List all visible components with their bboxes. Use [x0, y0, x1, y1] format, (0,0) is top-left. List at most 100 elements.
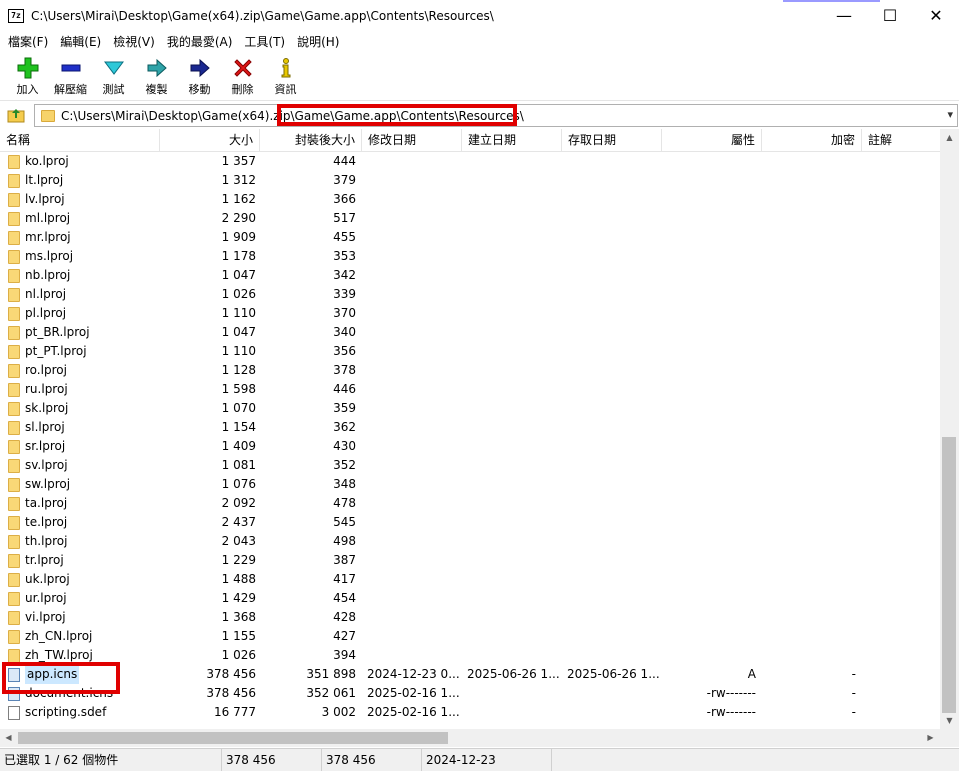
size-cell: 1 162 [221, 192, 256, 206]
table-row[interactable]: mr.lproj 1 909 455 [0, 228, 940, 247]
file-name: ro.lproj [25, 363, 67, 377]
table-row[interactable]: app.icns 378 456 351 898 2024-12-23 0... 202… [0, 665, 940, 684]
packed-size-cell: 498 [333, 534, 356, 548]
size-cell: 1 110 [221, 306, 256, 320]
table-row[interactable]: ml.lproj 2 290 517 [0, 209, 940, 228]
info-button[interactable]: 資訊 [264, 51, 307, 99]
table-row[interactable]: ro.lproj 1 128 378 [0, 361, 940, 380]
horizontal-scroll-thumb[interactable] [18, 732, 448, 744]
table-row[interactable]: scripting.sdef 16 777 3 002 2025-02-16 1...… [0, 703, 940, 722]
table-row[interactable]: ko.lproj 1 357 444 [0, 152, 940, 171]
file-name: ru.lproj [25, 382, 68, 396]
size-cell: 1 178 [221, 249, 256, 263]
move-button[interactable]: 移動 [178, 51, 221, 99]
table-row[interactable]: sv.lproj 1 081 352 [0, 456, 940, 475]
folder-icon [8, 591, 20, 606]
packed-size-cell: 352 [333, 458, 356, 472]
close-button[interactable]: ✕ [913, 0, 959, 31]
packed-size-cell: 428 [333, 610, 356, 624]
packed-size-cell: 342 [333, 268, 356, 282]
packed-size-cell: 379 [333, 173, 356, 187]
menu-tools[interactable]: 工具(T) [238, 33, 291, 50]
table-row[interactable]: pt_PT.lproj 1 110 356 [0, 342, 940, 361]
table-row[interactable]: lv.lproj 1 162 366 [0, 190, 940, 209]
scroll-left-icon[interactable]: ◀ [0, 729, 17, 747]
up-folder-button[interactable] [5, 104, 27, 126]
column-comment[interactable]: 註解 [862, 129, 940, 152]
chevron-down-icon[interactable]: ▾ [947, 108, 953, 121]
test-button[interactable]: 測試 [92, 51, 135, 99]
file-name: uk.lproj [25, 572, 70, 586]
packed-size-cell: 353 [333, 249, 356, 263]
table-row[interactable]: uk.lproj 1 488 417 [0, 570, 940, 589]
size-cell: 1 026 [221, 648, 256, 662]
extract-button[interactable]: 解壓縮 [49, 51, 92, 99]
table-row[interactable]: ta.lproj 2 092 478 [0, 494, 940, 513]
packed-size-cell: 352 061 [306, 686, 356, 700]
column-name[interactable]: 名稱 [0, 129, 160, 152]
size-cell: 378 456 [206, 667, 256, 681]
name-cell: th.lproj [8, 532, 158, 551]
table-row[interactable]: sw.lproj 1 076 348 [0, 475, 940, 494]
scroll-down-icon[interactable]: ▼ [940, 712, 959, 729]
table-row[interactable]: pl.lproj 1 110 370 [0, 304, 940, 323]
minimize-button[interactable]: — [821, 0, 867, 31]
column-accessed[interactable]: 存取日期 [562, 129, 662, 152]
menu-file[interactable]: 檔案(F) [2, 33, 54, 50]
add-button[interactable]: 加入 [6, 51, 49, 99]
name-cell: scripting.sdef [8, 703, 158, 722]
folder-icon [8, 458, 20, 473]
table-row[interactable]: te.lproj 2 437 545 [0, 513, 940, 532]
table-row[interactable]: sk.lproj 1 070 359 [0, 399, 940, 418]
packed-size-cell: 359 [333, 401, 356, 415]
table-row[interactable]: th.lproj 2 043 498 [0, 532, 940, 551]
vertical-scroll-thumb[interactable] [942, 437, 956, 713]
table-row[interactable]: ur.lproj 1 429 454 [0, 589, 940, 608]
file-name: app.icns [25, 665, 80, 684]
table-row[interactable]: sr.lproj 1 409 430 [0, 437, 940, 456]
file-name: sk.lproj [25, 401, 69, 415]
address-field[interactable]: C:\Users\Mirai\Desktop\Game(x64).zip\Gam… [34, 104, 958, 127]
copy-button[interactable]: 複製 [135, 51, 178, 99]
delete-label: 刪除 [231, 83, 254, 96]
file-name: ml.lproj [25, 211, 71, 225]
menu-help[interactable]: 說明(H) [291, 33, 345, 50]
horizontal-scrollbar[interactable]: ◀ ▶ [0, 729, 959, 747]
scroll-right-icon[interactable]: ▶ [922, 729, 939, 747]
menu-edit[interactable]: 編輯(E) [54, 33, 107, 50]
column-created[interactable]: 建立日期 [462, 129, 562, 152]
maximize-button[interactable]: ☐ [867, 0, 913, 31]
table-row[interactable]: pt_BR.lproj 1 047 340 [0, 323, 940, 342]
move-arrow-icon [188, 57, 212, 79]
column-modified[interactable]: 修改日期 [362, 129, 462, 152]
folder-icon [8, 477, 20, 492]
size-cell: 1 488 [221, 572, 256, 586]
menu-view[interactable]: 檢視(V) [107, 33, 161, 50]
table-row[interactable]: lt.lproj 1 312 379 [0, 171, 940, 190]
table-row[interactable]: nb.lproj 1 047 342 [0, 266, 940, 285]
size-cell: 1 047 [221, 268, 256, 282]
window-title: C:\Users\Mirai\Desktop\Game(x64).zip\Gam… [31, 8, 494, 23]
packed-size-cell: 3 002 [321, 705, 356, 719]
column-packed-size[interactable]: 封裝後大小 [260, 129, 362, 152]
file-name: sl.lproj [25, 420, 65, 434]
table-row[interactable]: tr.lproj 1 229 387 [0, 551, 940, 570]
table-row[interactable]: zh_TW.lproj 1 026 394 [0, 646, 940, 665]
folder-icon [8, 515, 20, 530]
packed-size-cell: 455 [333, 230, 356, 244]
table-row[interactable]: document.icns 378 456 352 061 2025-02-16 1.… [0, 684, 940, 703]
table-row[interactable]: zh_CN.lproj 1 155 427 [0, 627, 940, 646]
table-row[interactable]: vi.lproj 1 368 428 [0, 608, 940, 627]
menu-favorites[interactable]: 我的最愛(A) [161, 33, 239, 50]
table-row[interactable]: nl.lproj 1 026 339 [0, 285, 940, 304]
column-size[interactable]: 大小 [160, 129, 260, 152]
table-row[interactable]: sl.lproj 1 154 362 [0, 418, 940, 437]
folder-icon [8, 230, 20, 245]
table-row[interactable]: ms.lproj 1 178 353 [0, 247, 940, 266]
scroll-up-icon[interactable]: ▲ [940, 129, 959, 146]
vertical-scrollbar[interactable]: ▲ ▼ [940, 129, 959, 729]
delete-button[interactable]: 刪除 [221, 51, 264, 99]
column-attributes[interactable]: 屬性 [662, 129, 762, 152]
table-row[interactable]: ru.lproj 1 598 446 [0, 380, 940, 399]
column-encrypted[interactable]: 加密 [762, 129, 862, 152]
